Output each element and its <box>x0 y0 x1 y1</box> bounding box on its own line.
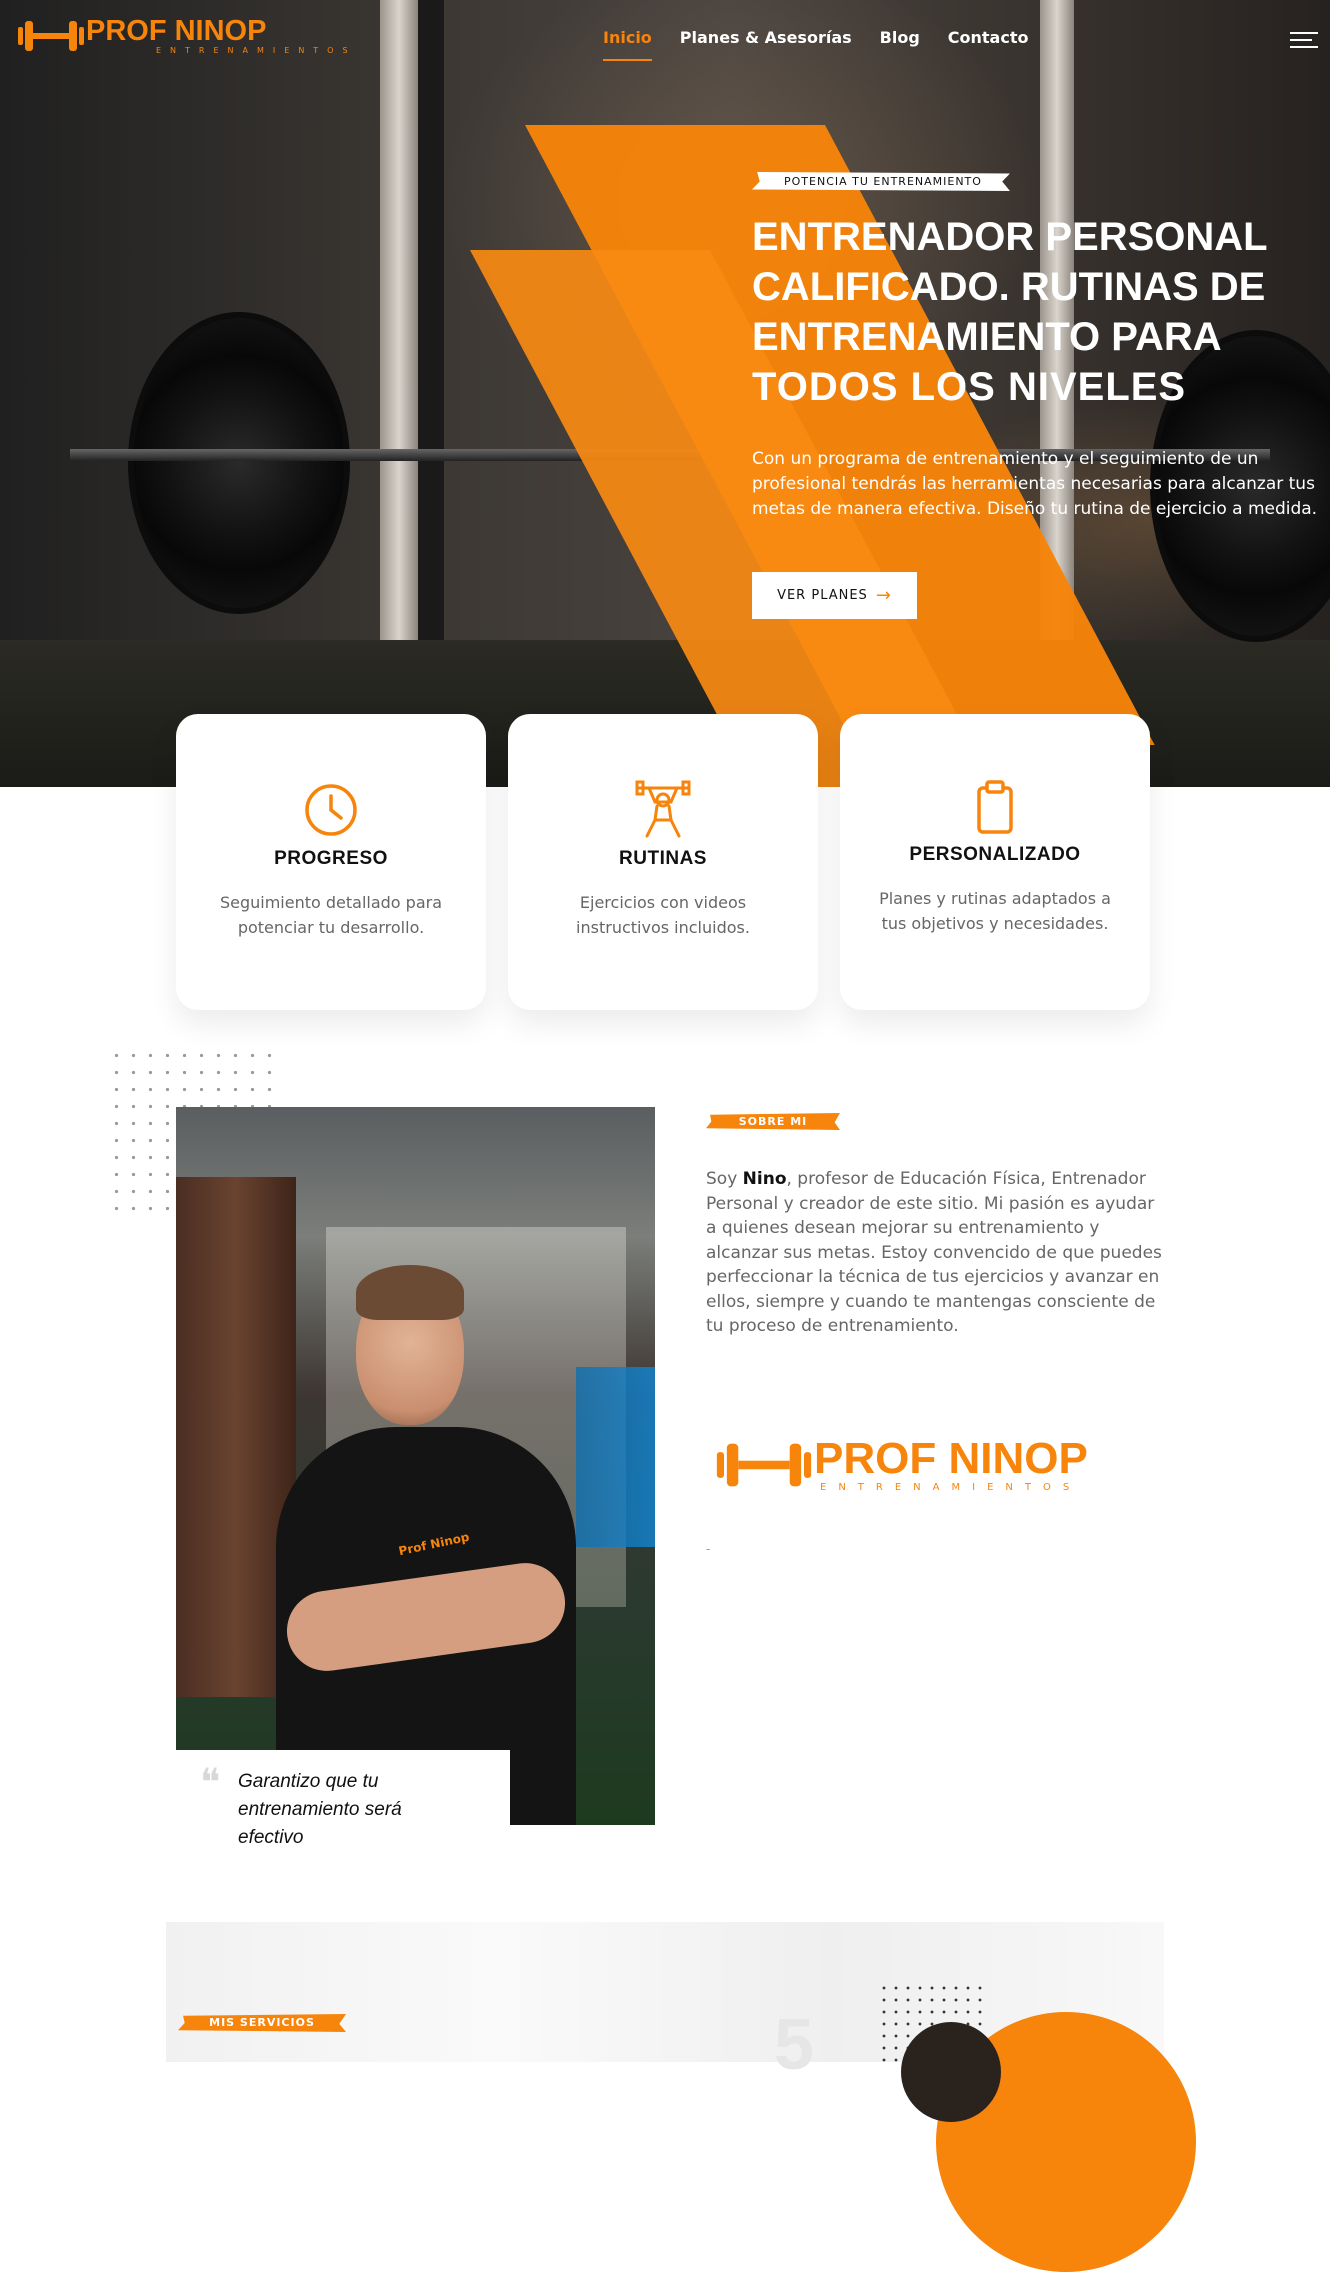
about-text: Soy Nino, profesor de Educación Física, … <box>706 1167 1166 1339</box>
main-nav: Inicio Planes & Asesorías Blog Contacto <box>603 28 1028 61</box>
feature-title: PERSONALIZADO <box>909 844 1081 865</box>
about-logo: PROF NINOP ENTRENAMIENTOS <box>714 1436 1088 1493</box>
rack-pillar-dark <box>418 0 444 680</box>
hero-description: Con un programa de entrenamiento y el se… <box>752 449 1318 519</box>
dumbbell-icon <box>18 20 84 51</box>
logo-name: PROF NINOP <box>814 1434 1088 1483</box>
about-dash: - <box>706 1542 711 1556</box>
about-text-rest: , profesor de Educación Física, Entrenad… <box>706 1169 1162 1336</box>
quote-icon: ❝ <box>200 1760 221 1804</box>
feature-card-personalizado: PERSONALIZADO Planes y rutinas adaptados… <box>840 714 1150 1010</box>
nav-inicio[interactable]: Inicio <box>603 28 652 61</box>
feature-title: PROGRESO <box>274 848 388 869</box>
hero-badge: POTENCIA TU ENTRENAMIENTO <box>752 172 1010 191</box>
sobre-mi-tag: SOBRE MI <box>706 1113 840 1130</box>
nav-blog[interactable]: Blog <box>880 28 920 61</box>
logo-subtitle: ENTRENAMIENTOS <box>156 46 357 55</box>
feature-text: Planes y rutinas adaptados a tus objetiv… <box>879 889 1111 933</box>
arrow-right-icon: → <box>875 585 892 606</box>
hamburger-icon[interactable] <box>1290 32 1318 53</box>
quote-text: Garantizo que tu entrenamiento será efec… <box>238 1771 402 1848</box>
about-text-prefix: Soy <box>706 1169 743 1189</box>
mis-servicios-tag: MIS SERVICIOS <box>178 2014 346 2032</box>
decorative-number: 5 <box>774 2005 815 2085</box>
feature-card-progreso: PROGRESO Seguimiento detallado para pote… <box>176 714 486 1010</box>
rack-pillar <box>380 0 418 680</box>
trainer-photo: Prof Ninop <box>176 1107 655 1825</box>
feature-text: Seguimiento detallado para potenciar tu … <box>219 893 443 937</box>
logo-subtitle: ENTRENAMIENTOS <box>820 1482 1082 1493</box>
nav-contacto[interactable]: Contacto <box>948 28 1029 61</box>
weightlifter-icon <box>635 780 691 838</box>
weight-plate-left <box>128 312 350 614</box>
feature-card-rutinas: RUTINAS Ejercicios con videos instructiv… <box>508 714 818 1010</box>
gym-machine <box>576 1367 655 1547</box>
feature-title: RUTINAS <box>619 848 707 869</box>
person-head <box>901 2022 1001 2122</box>
nav-planes[interactable]: Planes & Asesorías <box>680 28 852 61</box>
site-logo[interactable]: PROF NINOP ENTRENAMIENTOS <box>16 16 357 55</box>
services-section: 5 <box>166 1922 1196 2272</box>
ver-planes-label: VER PLANES <box>777 588 868 603</box>
hero-title: ENTRENADOR PERSONAL CALIFICADO. RUTINAS … <box>752 215 1267 359</box>
hero-title-light: TODOS LOS NIVELES <box>752 365 1187 409</box>
clock-icon <box>305 784 357 836</box>
logo-name: PROF NINOP <box>86 15 267 47</box>
clipboard-icon <box>977 780 1013 834</box>
feature-text: Ejercicios con videos instructivos inclu… <box>576 893 750 937</box>
dumbbell-icon <box>716 1443 812 1486</box>
ver-planes-button[interactable]: VER PLANES → <box>752 572 917 619</box>
about-name: Nino <box>742 1169 787 1189</box>
trainer-hair <box>356 1265 464 1320</box>
